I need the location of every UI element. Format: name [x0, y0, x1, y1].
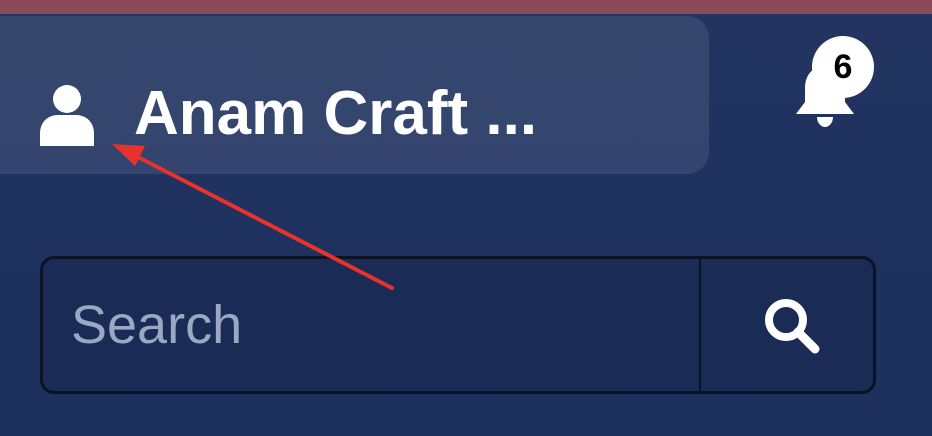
- search-input[interactable]: [43, 259, 698, 391]
- user-icon: [40, 85, 94, 146]
- top-strip: [0, 0, 932, 14]
- notifications-button[interactable]: 6: [788, 34, 892, 134]
- search-button[interactable]: [701, 259, 873, 391]
- search-icon: [765, 299, 820, 354]
- account-switcher[interactable]: Anam Craft ...: [0, 16, 709, 174]
- notification-count-badge: 6: [812, 36, 874, 98]
- account-name: Anam Craft ...: [134, 79, 538, 148]
- search-box: [40, 256, 876, 394]
